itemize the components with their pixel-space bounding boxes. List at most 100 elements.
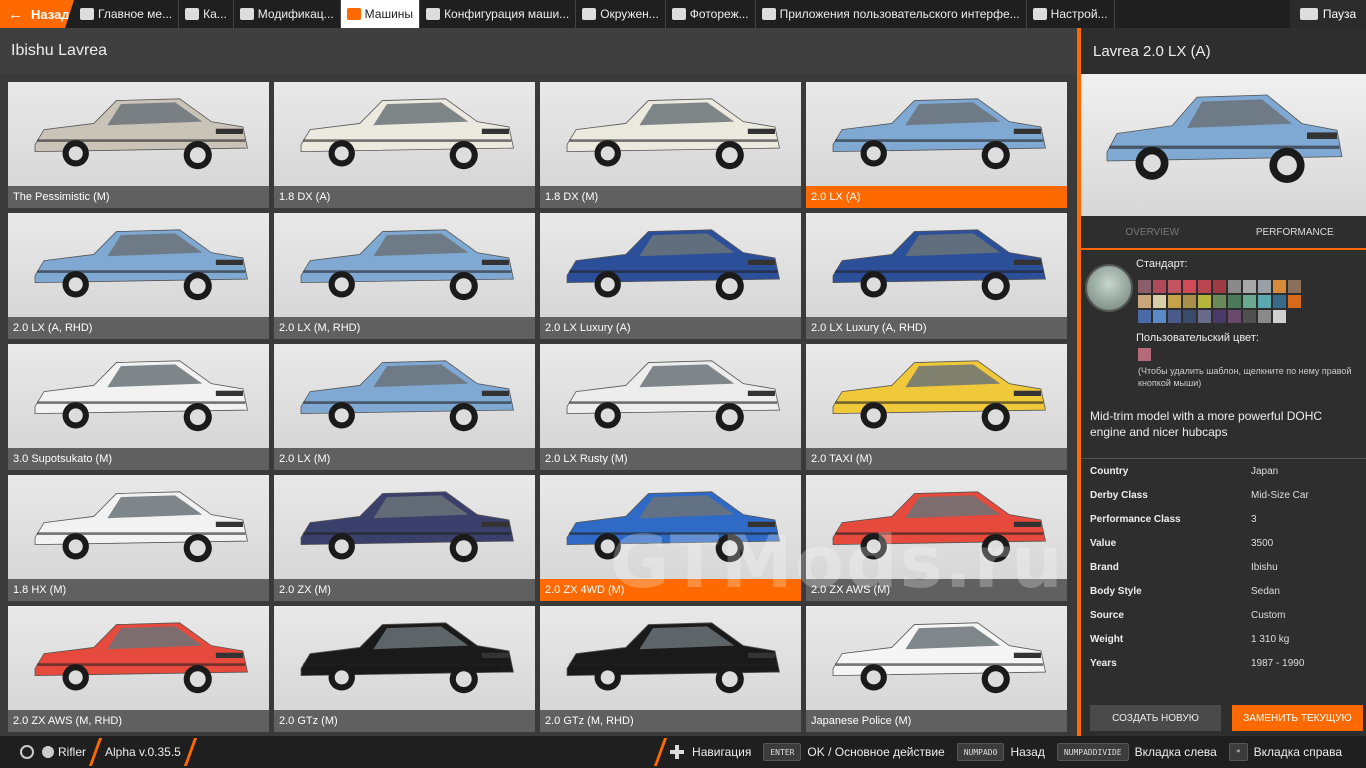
vehicle-card[interactable]: 2.0 ZX 4WD (M): [540, 475, 801, 601]
replace-current-button[interactable]: ЗАМЕНИТЬ ТЕКУЩУЮ: [1232, 705, 1363, 731]
tab-sliders[interactable]: Настрой...: [1027, 0, 1115, 28]
paint-swatch[interactable]: [1168, 280, 1181, 293]
paint-thumbnail[interactable]: [1085, 264, 1133, 312]
vehicle-card[interactable]: 2.0 ZX AWS (M): [806, 475, 1067, 601]
paint-swatch[interactable]: [1243, 280, 1256, 293]
vehicle-card[interactable]: 2.0 LX (A, RHD): [8, 213, 269, 339]
vehicle-card[interactable]: 2.0 LX Rusty (M): [540, 344, 801, 470]
vehicle-card-label: 1.8 DX (A): [274, 186, 535, 208]
paint-swatch[interactable]: [1273, 295, 1286, 308]
paint-swatch[interactable]: [1183, 295, 1196, 308]
paint-swatch[interactable]: [1153, 295, 1166, 308]
vehicle-card[interactable]: 2.0 LX (M, RHD): [274, 213, 535, 339]
vehicle-card[interactable]: 2.0 GTz (M): [274, 606, 535, 732]
custom-paint-swatch[interactable]: [1138, 348, 1151, 361]
paint-swatch[interactable]: [1288, 280, 1301, 293]
paint-swatch[interactable]: [1213, 280, 1226, 293]
vehicle-card[interactable]: 2.0 ZX (M): [274, 475, 535, 601]
tab-overview[interactable]: OVERVIEW: [1081, 216, 1224, 248]
tab-label: Модификац...: [257, 7, 334, 21]
paint-swatch[interactable]: [1258, 310, 1271, 323]
car-thumbnail-image: [566, 360, 780, 432]
vehicle-card[interactable]: 2.0 ZX AWS (M, RHD): [8, 606, 269, 732]
tab-apps[interactable]: Приложения пользовательского интерфе...: [756, 0, 1027, 28]
paint-swatch[interactable]: [1138, 280, 1151, 293]
vehicle-card-label: 2.0 LX (A, RHD): [8, 317, 269, 339]
spec-row: Value 3500: [1081, 531, 1366, 555]
paint-swatch[interactable]: [1213, 295, 1226, 308]
vehicle-card[interactable]: 2.0 LX Luxury (A): [540, 213, 801, 339]
spec-row: Source Custom: [1081, 603, 1366, 627]
car-thumbnail-image: [832, 98, 1046, 170]
tab-car[interactable]: Машины: [340, 0, 421, 28]
tab-camera[interactable]: Фотореж...: [666, 0, 756, 28]
vehicle-card[interactable]: 1.8 HX (M): [8, 475, 269, 601]
paint-swatch[interactable]: [1138, 310, 1151, 323]
paint-swatch[interactable]: [1183, 280, 1196, 293]
paint-swatch[interactable]: [1138, 295, 1151, 308]
vehicle-card[interactable]: Japanese Police (M): [806, 606, 1067, 732]
tab-home[interactable]: Главное ме...: [74, 0, 180, 28]
vehicle-card[interactable]: 2.0 LX (A): [806, 82, 1067, 208]
key-hint: NUMPAD0: [956, 743, 1005, 761]
vehicle-card[interactable]: 2.0 GTz (M, RHD): [540, 606, 801, 732]
pause-button[interactable]: Пауза: [1290, 0, 1366, 28]
globe-icon[interactable]: [20, 745, 34, 759]
selected-vehicle-preview: [1081, 74, 1366, 216]
spec-key: Brand: [1090, 561, 1119, 573]
paint-swatch[interactable]: [1198, 295, 1211, 308]
paint-swatch[interactable]: [1198, 280, 1211, 293]
vehicle-card-label: 2.0 LX (M, RHD): [274, 317, 535, 339]
tab-performance[interactable]: PERFORMANCE: [1224, 216, 1366, 248]
action-buttons: СОЗДАТЬ НОВУЮ ЗАМЕНИТЬ ТЕКУЩУЮ: [1090, 705, 1363, 731]
paint-swatch[interactable]: [1153, 310, 1166, 323]
paint-swatch[interactable]: [1198, 310, 1211, 323]
username: Rifler: [58, 745, 87, 759]
paint-swatch[interactable]: [1228, 295, 1241, 308]
paint-swatch[interactable]: [1153, 280, 1166, 293]
tab-engine[interactable]: Конфигурация маши...: [420, 0, 577, 28]
car-thumbnail-image: [832, 622, 1046, 694]
paint-swatch[interactable]: [1273, 280, 1286, 293]
back-button-label: Назад: [31, 6, 70, 22]
tab-map[interactable]: Ка...: [179, 0, 234, 28]
steam-icon: [42, 746, 54, 758]
vehicle-card[interactable]: 2.0 LX (M): [274, 344, 535, 470]
spec-value: Ibishu: [1251, 561, 1278, 573]
vehicle-card-label: 2.0 LX Rusty (M): [540, 448, 801, 470]
tab-weather[interactable]: Окружен...: [576, 0, 666, 28]
paint-swatch[interactable]: [1258, 280, 1271, 293]
paint-swatch[interactable]: [1243, 295, 1256, 308]
vehicle-card-label: 1.8 HX (M): [8, 579, 269, 601]
paint-swatch[interactable]: [1168, 295, 1181, 308]
gamepad-icon: [1299, 8, 1318, 20]
paint-swatch[interactable]: [1273, 310, 1286, 323]
create-new-button[interactable]: СОЗДАТЬ НОВУЮ: [1090, 705, 1221, 731]
spec-row: Derby Class Mid-Size Car: [1081, 483, 1366, 507]
car-thumbnail-image: [566, 98, 780, 170]
vehicle-card[interactable]: 3.0 Supotsukato (M): [8, 344, 269, 470]
top-menu-bar: ← Назад Главное ме... Ка... Модификац... Ма…: [0, 0, 1366, 28]
vehicle-card[interactable]: The Pessimistic (M): [8, 82, 269, 208]
paint-swatch[interactable]: [1258, 295, 1271, 308]
paint-swatch[interactable]: [1228, 310, 1241, 323]
navigation-label: Навигация: [692, 745, 752, 759]
paint-swatch[interactable]: [1288, 295, 1301, 308]
tab-puzzle[interactable]: Модификац...: [234, 0, 341, 28]
car-thumbnail-image: [300, 229, 514, 301]
paint-swatch[interactable]: [1168, 310, 1181, 323]
paint-swatch[interactable]: [1243, 310, 1256, 323]
key-action-label: Вкладка слева: [1134, 745, 1217, 759]
paint-swatch[interactable]: [1228, 280, 1241, 293]
tab-label: Машины: [364, 7, 414, 21]
vehicle-card[interactable]: 1.8 DX (A): [274, 82, 535, 208]
vehicle-card[interactable]: 1.8 DX (M): [540, 82, 801, 208]
main-tabs: Главное ме... Ка... Модификац... Машины Конф…: [74, 0, 1290, 28]
car-thumbnail-image: [34, 360, 248, 432]
spec-row: Country Japan: [1081, 459, 1366, 483]
paint-swatch[interactable]: [1213, 310, 1226, 323]
vehicle-card[interactable]: 2.0 LX Luxury (A, RHD): [806, 213, 1067, 339]
paint-swatch[interactable]: [1183, 310, 1196, 323]
back-button[interactable]: ← Назад: [0, 0, 74, 28]
vehicle-card[interactable]: 2.0 TAXI (M): [806, 344, 1067, 470]
